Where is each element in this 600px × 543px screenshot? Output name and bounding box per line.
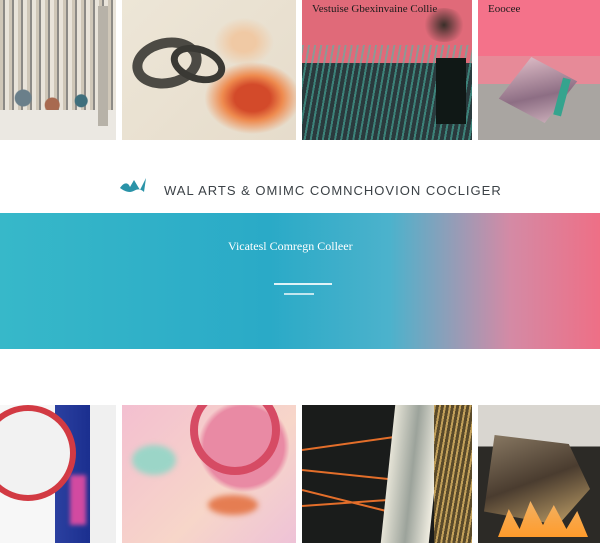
tile-ring-detail xyxy=(0,405,76,501)
tile-frame-detail xyxy=(98,6,108,126)
tile-sculpture-detail xyxy=(484,435,590,525)
tile-caption: Vestuise Gbexinvaine Collie xyxy=(312,3,438,15)
top-gallery-row: Vestuise Gbexinvaine Collie Eoocee xyxy=(0,0,600,140)
banner-tagline-line xyxy=(284,293,314,295)
tile-caption: Eoocee xyxy=(488,3,521,15)
tile-spot-detail-2 xyxy=(208,495,258,515)
banner-title: Vicatesl Comregn Colleer xyxy=(228,239,353,253)
header-band xyxy=(0,140,600,213)
tile-panel-detail xyxy=(436,58,466,124)
brand-title[interactable]: WAL ARTS & OMIMC COMNCHOVION COCLIGER xyxy=(164,183,502,198)
gallery-tile-7[interactable] xyxy=(302,405,472,543)
tile-ring-detail xyxy=(190,405,280,475)
gallery-tile-6[interactable] xyxy=(122,405,296,543)
gallery-tile-4[interactable]: Eoocee xyxy=(478,0,600,140)
hero-banner xyxy=(0,213,600,349)
spacer-band xyxy=(0,349,600,405)
gallery-tile-3[interactable]: Vestuise Gbexinvaine Collie xyxy=(302,0,472,140)
gallery-tile-8[interactable] xyxy=(478,405,600,543)
gallery-tile-1[interactable] xyxy=(0,0,116,140)
tile-drip-detail xyxy=(70,475,86,525)
tile-spot-detail xyxy=(132,445,176,475)
gallery-tile-2[interactable] xyxy=(122,0,296,140)
banner-subtitle-line xyxy=(274,283,332,285)
wave-logo-icon[interactable] xyxy=(118,176,148,196)
bottom-gallery-row xyxy=(0,405,600,543)
gallery-tile-5[interactable] xyxy=(0,405,116,543)
tile-grass-detail xyxy=(434,405,472,543)
